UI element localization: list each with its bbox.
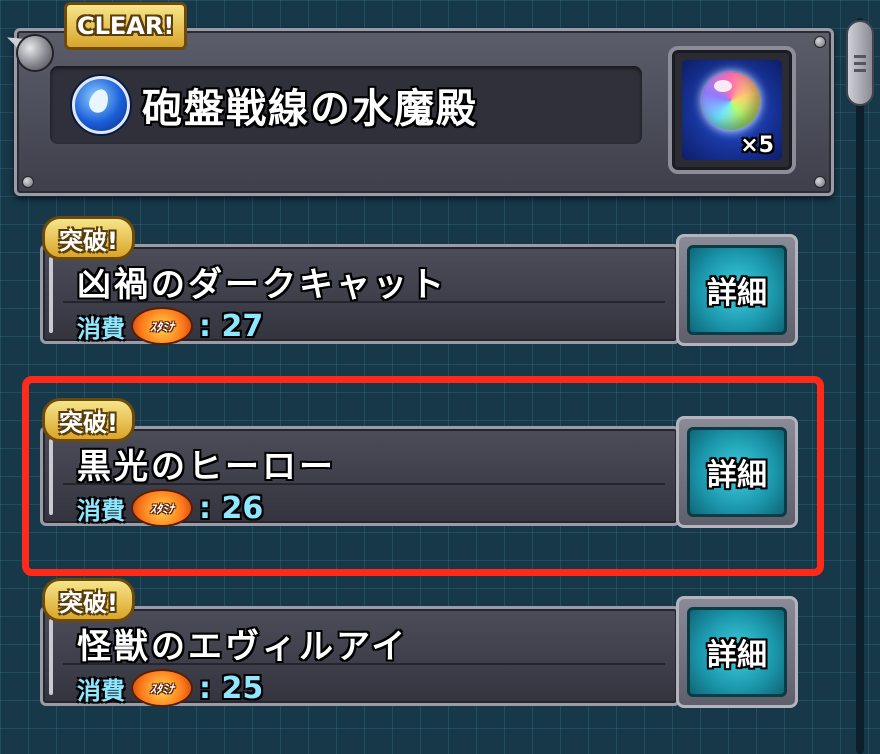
cost-value: : 26: [199, 490, 264, 526]
grip-line: [854, 68, 866, 72]
pin-icon: [18, 36, 52, 70]
quest-card[interactable]: 凶禍のダークキャット 消費 ｽﾀﾐﾅ : 27: [40, 244, 680, 345]
quest-card[interactable]: 怪獣のエヴィルアイ 消費 ｽﾀﾐﾅ : 25: [40, 606, 680, 707]
stamina-icon: ｽﾀﾐﾅ: [131, 669, 193, 707]
scrollbar-thumb[interactable]: [846, 20, 874, 106]
stamina-cost: 消費 ｽﾀﾐﾅ : 27: [77, 307, 263, 345]
grip-line: [854, 54, 866, 58]
detail-button[interactable]: 詳細: [676, 234, 798, 346]
rivet: [815, 37, 825, 47]
break-badge: 突破!: [42, 398, 135, 442]
quest-name: 怪獣のエヴィルアイ: [77, 627, 409, 667]
cost-value: : 25: [199, 670, 264, 706]
detail-button-label: 詳細: [687, 427, 787, 517]
quest-name: 黒光のヒーロー: [77, 447, 336, 487]
detail-button-label: 詳細: [687, 607, 787, 697]
quest-name: 凶禍のダークキャット: [77, 265, 447, 305]
rivet: [815, 177, 825, 187]
reward-box[interactable]: ×5: [668, 46, 796, 174]
cost-value: : 27: [199, 308, 264, 344]
stage-title: 砲盤戦線の水魔殿: [142, 86, 478, 132]
water-element-icon: [72, 76, 130, 134]
cost-label: 消費: [77, 314, 125, 343]
quest-card[interactable]: 黒光のヒーロー 消費 ｽﾀﾐﾅ : 26: [40, 426, 680, 527]
quest-row[interactable]: 怪獣のエヴィルアイ 消費 ｽﾀﾐﾅ : 25 突破! 詳細: [40, 578, 798, 708]
cost-label: 消費: [77, 676, 125, 705]
stamina-icon: ｽﾀﾐﾅ: [131, 489, 193, 527]
detail-button[interactable]: 詳細: [676, 416, 798, 528]
cost-label: 消費: [77, 496, 125, 525]
reward-count: ×5: [740, 133, 774, 158]
break-badge: 突破!: [42, 216, 135, 260]
stamina-icon: ｽﾀﾐﾅ: [131, 307, 193, 345]
stamina-cost: 消費 ｽﾀﾐﾅ : 26: [77, 489, 263, 527]
rivet: [23, 177, 33, 187]
grip-line: [854, 61, 866, 65]
rainbow-orb-icon: [702, 72, 760, 130]
reward-background: ×5: [682, 60, 782, 160]
break-badge: 突破!: [42, 578, 135, 622]
stamina-cost: 消費 ｽﾀﾐﾅ : 25: [77, 669, 263, 707]
detail-button[interactable]: 詳細: [676, 596, 798, 708]
scrollbar-track[interactable]: [856, 18, 864, 754]
clear-badge: CLEAR!: [64, 2, 188, 50]
stage-title-bar: 砲盤戦線の水魔殿: [50, 66, 642, 144]
detail-button-label: 詳細: [687, 245, 787, 335]
quest-row[interactable]: 黒光のヒーロー 消費 ｽﾀﾐﾅ : 26 突破! 詳細: [40, 398, 798, 528]
quest-row[interactable]: 凶禍のダークキャット 消費 ｽﾀﾐﾅ : 27 突破! 詳細: [40, 216, 798, 346]
